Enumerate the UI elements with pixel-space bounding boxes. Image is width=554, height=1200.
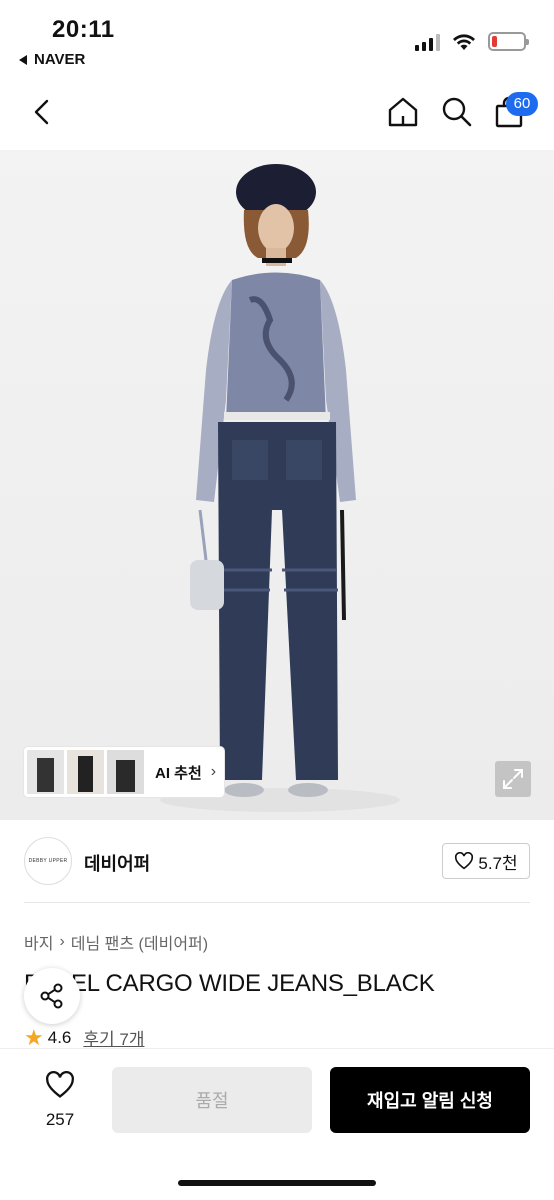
ai-recommend-chip[interactable]: AI 추천 ›	[24, 747, 224, 797]
product-image[interactable]: AI 추천 ›	[0, 150, 554, 820]
brand-logo-text: DEBBY UPPER	[28, 858, 68, 864]
review-count-link[interactable]: 후기 7개	[83, 1025, 144, 1050]
rating-row: ★ 4.6 후기 7개	[24, 1025, 144, 1050]
ai-recommend-label: AI 추천	[155, 764, 202, 782]
search-icon[interactable]	[440, 95, 474, 129]
back-app-label: NAVER	[34, 51, 86, 68]
ai-thumbnail-2	[67, 750, 104, 794]
back-chevron-icon[interactable]	[28, 97, 58, 127]
restock-alert-button[interactable]: 재입고 알림 신청	[330, 1067, 530, 1133]
brand-like-button[interactable]: 5.7천	[442, 843, 530, 879]
bottom-action-bar: 257 품절 재입고 알림 신청	[0, 1048, 554, 1200]
breadcrumb-item-category[interactable]: 바지	[24, 930, 53, 954]
divider	[24, 902, 530, 903]
brand-row[interactable]: DEBBY UPPER 데비어퍼 5.7천	[24, 835, 530, 889]
status-bar: 20:11 NAVER	[0, 0, 554, 80]
rating-value: 4.6	[47, 1027, 72, 1047]
status-icons	[415, 32, 529, 51]
wishlist-count: 257	[45, 1110, 75, 1129]
expand-icon	[503, 769, 523, 789]
chevron-right-icon: ›	[210, 763, 217, 780]
back-triangle-icon	[19, 54, 27, 65]
brand-like-count: 5.7천	[478, 853, 518, 873]
cart-count-badge: 60	[506, 92, 538, 116]
back-to-app-button[interactable]: NAVER	[18, 51, 85, 68]
star-icon: ★	[24, 1024, 44, 1050]
product-title: PANEL CARGO WIDE JEANS_BLACK	[24, 970, 435, 997]
soldout-button: 품절	[112, 1067, 312, 1133]
home-icon[interactable]	[386, 95, 420, 129]
top-nav	[0, 85, 554, 140]
battery-icon	[488, 32, 529, 51]
breadcrumb: 바지 › 데님 팬츠 (데비어퍼)	[24, 930, 208, 954]
share-icon	[40, 983, 63, 1009]
ai-thumbnail-1	[27, 750, 64, 794]
ai-thumbnail-3	[107, 750, 144, 794]
home-indicator[interactable]	[178, 1180, 376, 1186]
heart-outline-icon	[46, 1071, 74, 1098]
breadcrumb-item-subcategory[interactable]: 데님 팬츠 (데비어퍼)	[71, 930, 208, 954]
cellular-signal-icon	[415, 33, 440, 51]
heart-outline-icon	[455, 852, 474, 870]
breadcrumb-separator-icon: ›	[59, 933, 65, 950]
model-photo	[160, 164, 400, 812]
wifi-icon	[453, 33, 475, 50]
brand-name[interactable]: 데비어퍼	[84, 850, 150, 876]
status-time: 20:11	[52, 16, 115, 43]
expand-image-button[interactable]	[495, 761, 531, 797]
share-button[interactable]	[24, 968, 80, 1024]
brand-logo[interactable]: DEBBY UPPER	[24, 837, 72, 885]
wishlist-button[interactable]: 257	[32, 1071, 88, 1130]
